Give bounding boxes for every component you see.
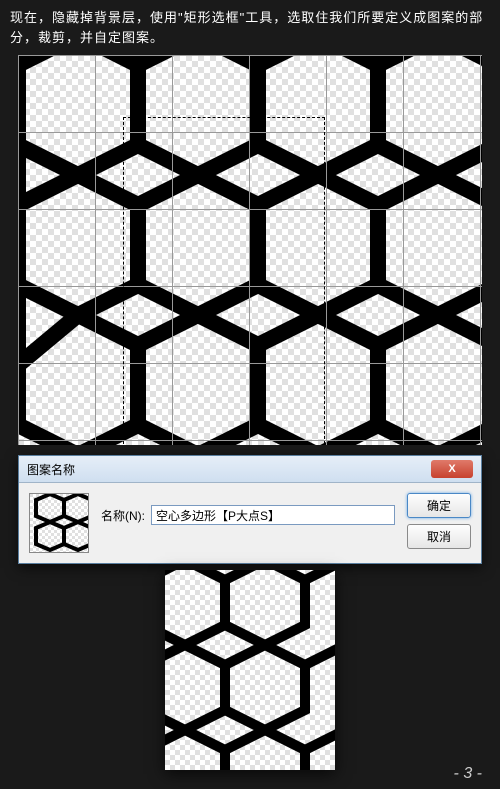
pattern-thumbnail [29,493,89,553]
dialog-body: 名称(N): 确定 取消 [19,483,481,563]
pattern-name-dialog: 图案名称 X 名称(N): 确定 取消 [18,455,482,564]
cancel-button[interactable]: 取消 [407,524,471,549]
page-number: - 3 - [454,765,482,783]
instruction-text: 现在，隐藏掉背景层，使用"矩形选框"工具，选取住我们所要定义成图案的部分，裁剪，… [0,0,500,55]
dialog-title-text: 图案名称 [27,461,75,478]
rectangular-marquee-selection[interactable] [123,117,325,445]
close-icon[interactable]: X [431,460,473,478]
pattern-name-input[interactable] [151,505,395,525]
name-label: 名称(N): [101,507,145,524]
dialog-titlebar: 图案名称 X [19,456,481,483]
pattern-preview [165,570,335,770]
ok-button[interactable]: 确定 [407,493,471,518]
editor-canvas [18,55,482,445]
